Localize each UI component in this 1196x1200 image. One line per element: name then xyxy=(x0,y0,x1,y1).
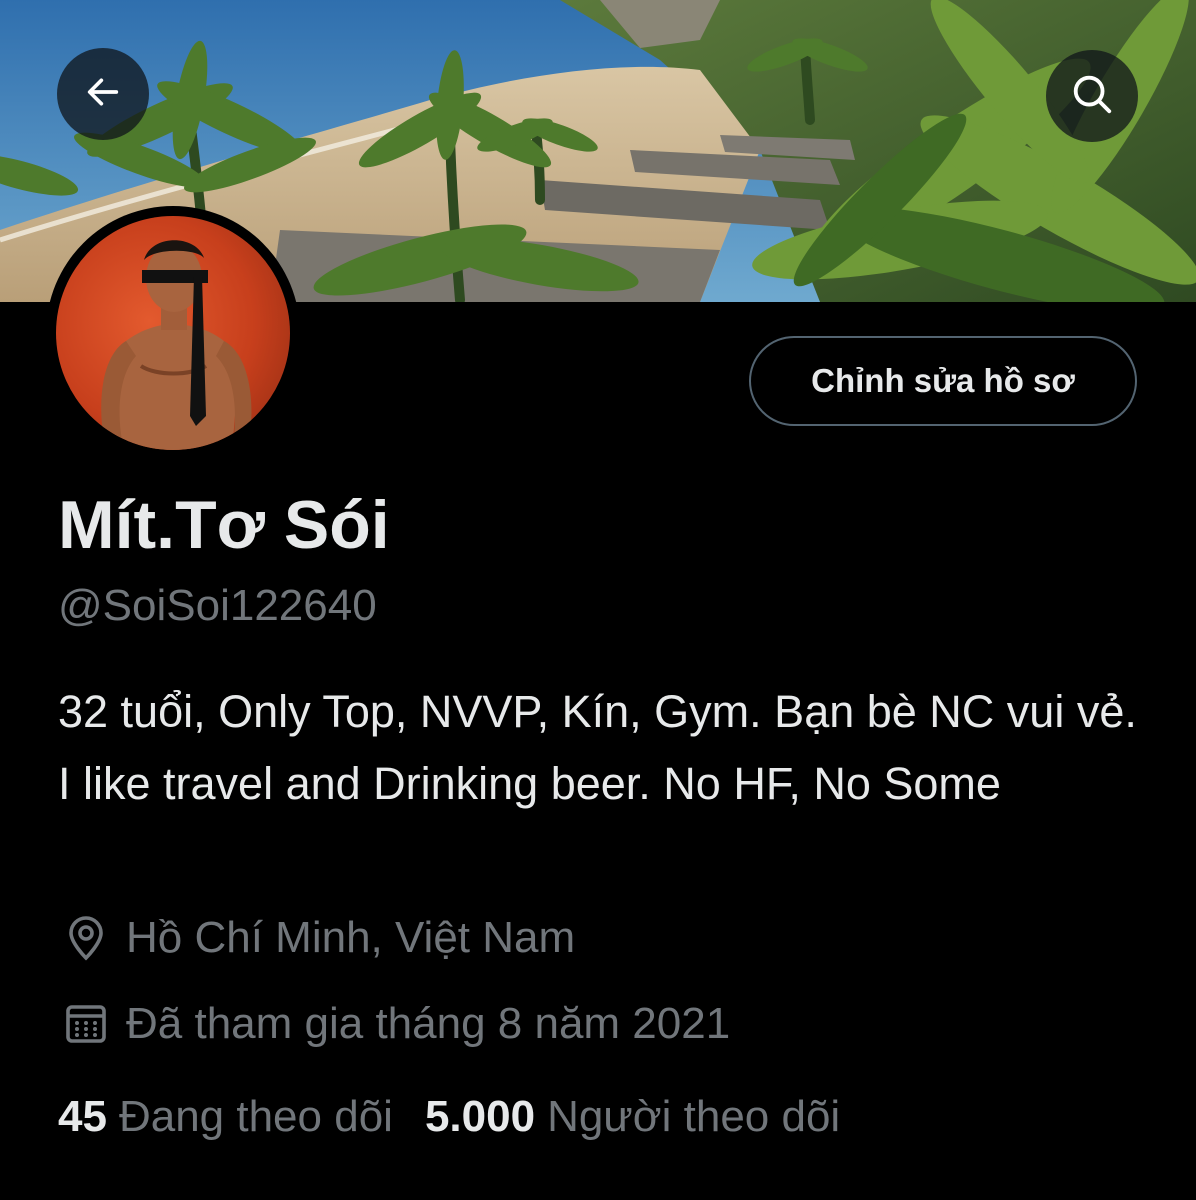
calendar-icon xyxy=(58,996,114,1052)
followers-count: 5.000 xyxy=(424,1092,536,1141)
profile-bio: 32 tuổi, Only Top, NVVP, Kín, Gym. Bạn b… xyxy=(58,686,1137,809)
followers-link[interactable]: 5.000 Người theo dõi xyxy=(425,1092,840,1142)
followers-label: Người theo dõi xyxy=(547,1092,841,1141)
following-link[interactable]: 45 Đang theo dõi xyxy=(58,1092,393,1142)
search-button[interactable] xyxy=(1046,50,1138,142)
back-button[interactable] xyxy=(57,48,149,140)
profile-location: Hồ Chí Minh, Việt Nam xyxy=(58,910,575,966)
location-text: Hồ Chí Minh, Việt Nam xyxy=(126,913,576,962)
following-label: Đang theo dõi xyxy=(118,1092,393,1141)
arrow-left-icon xyxy=(83,72,123,117)
display-name: Mít.Tơ Sói xyxy=(58,487,390,563)
profile-join-date: Đã tham gia tháng 8 năm 2021 xyxy=(58,996,730,1052)
user-handle: @SoiSoi122640 xyxy=(58,581,377,630)
following-count: 45 xyxy=(58,1092,107,1141)
avatar-image xyxy=(56,216,290,450)
edit-profile-button[interactable]: Chỉnh sửa hồ sơ xyxy=(749,336,1137,426)
follow-stats: 45 Đang theo dõi 5.000 Người theo dõi xyxy=(58,1092,840,1142)
avatar[interactable] xyxy=(46,206,300,460)
join-date-text: Đã tham gia tháng 8 năm 2021 xyxy=(126,999,731,1048)
location-pin-icon xyxy=(58,910,114,966)
search-icon xyxy=(1069,71,1115,122)
